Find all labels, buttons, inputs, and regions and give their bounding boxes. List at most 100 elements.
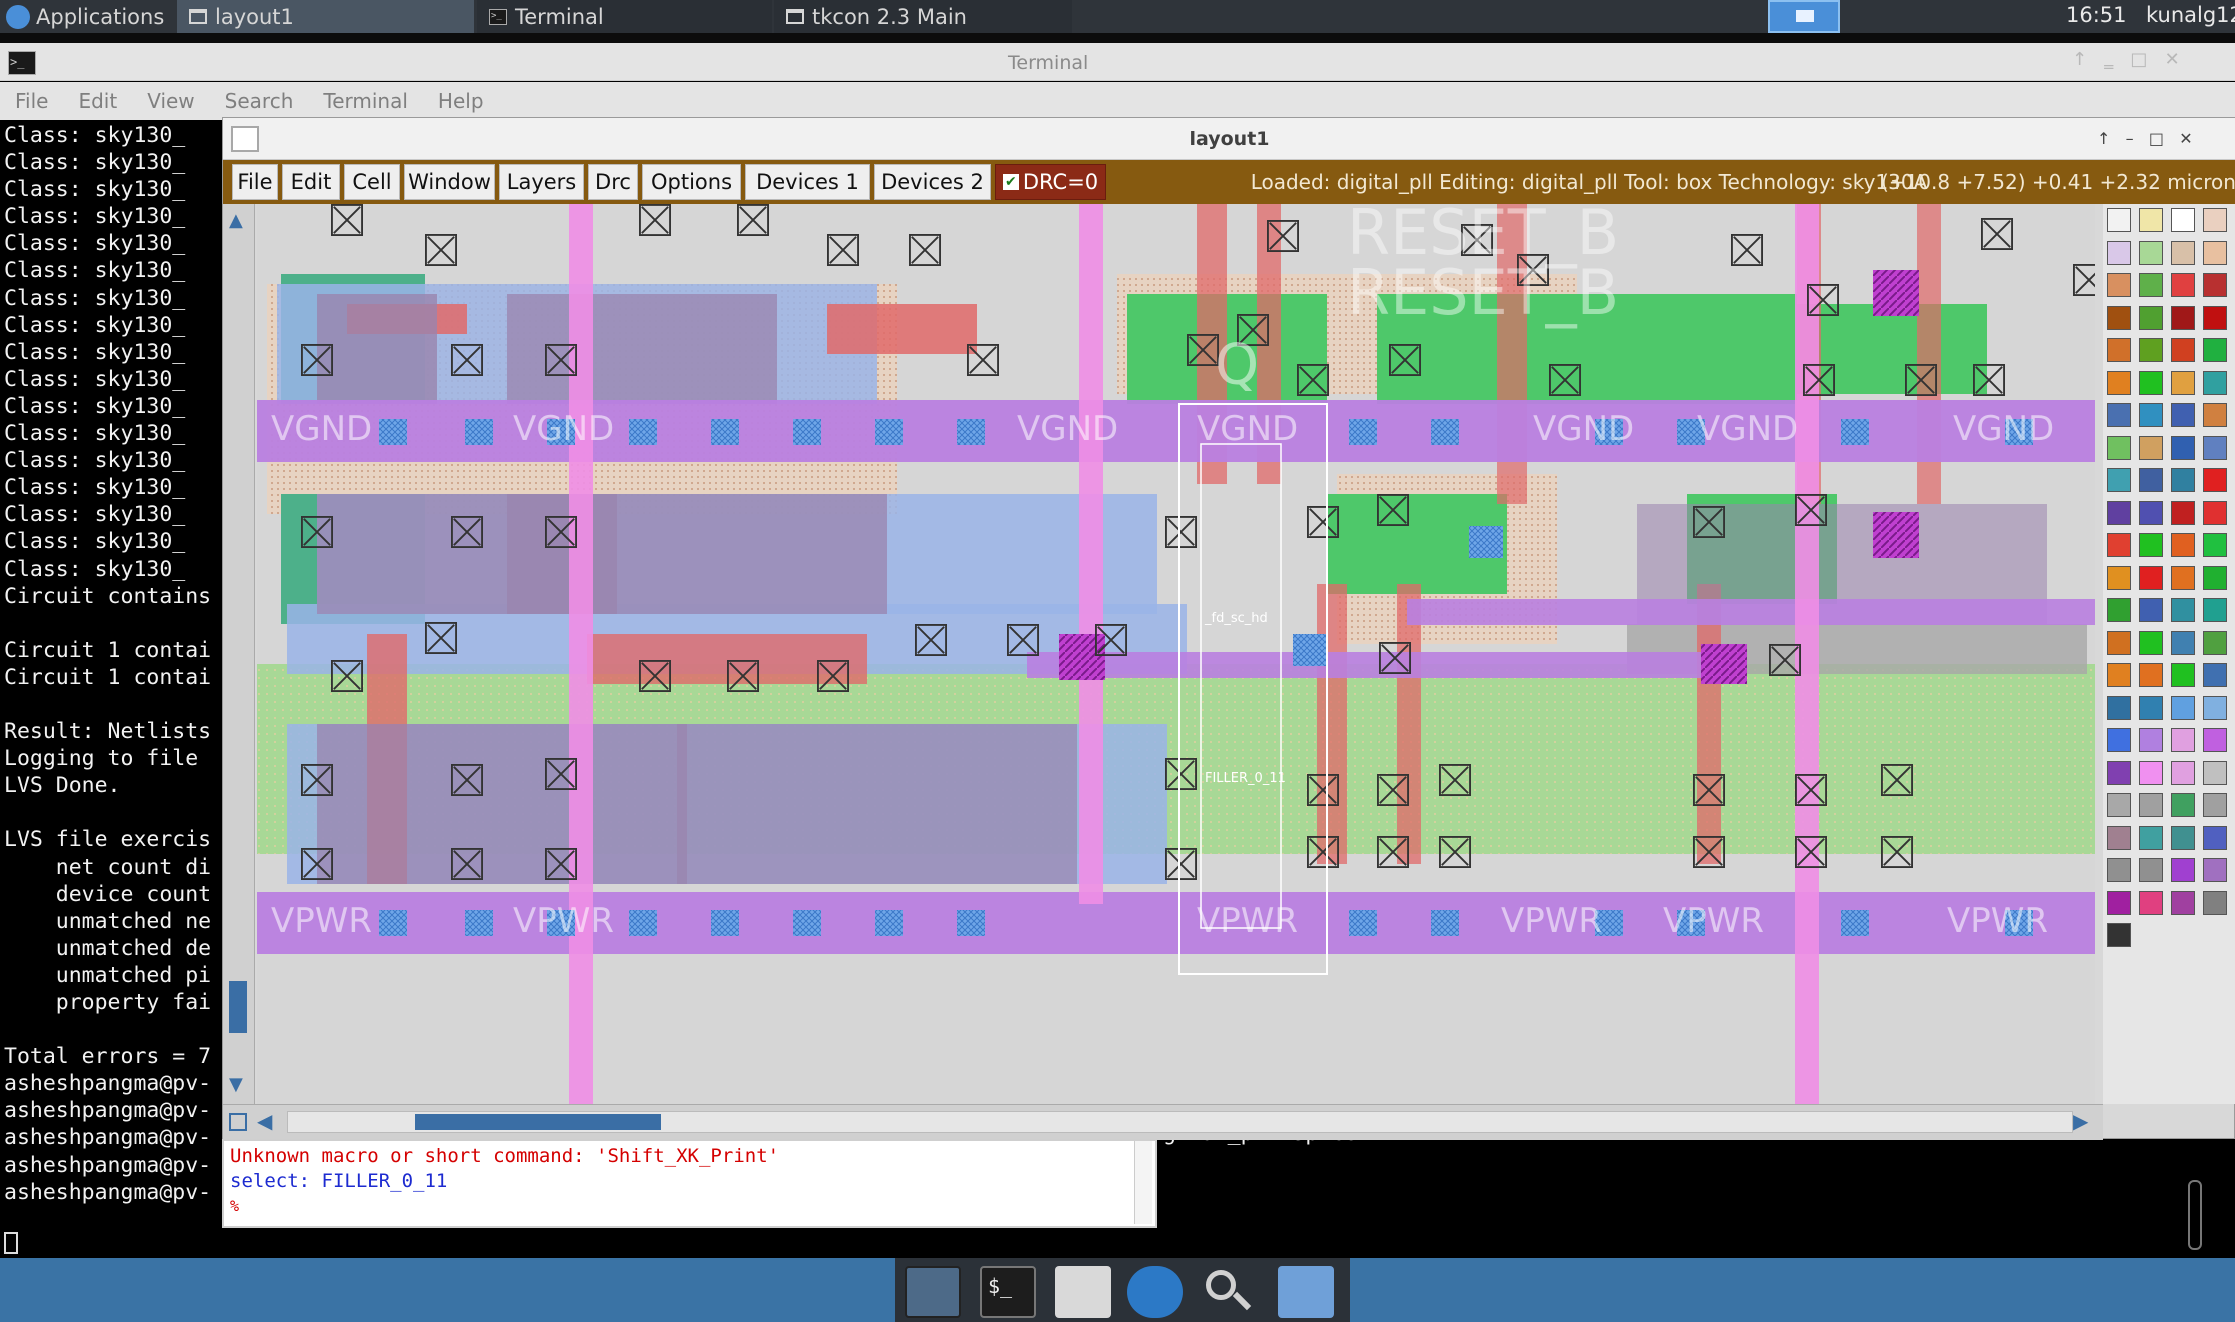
magic-menu-edit[interactable]: Edit [282,164,340,200]
menu-edit[interactable]: Edit [63,89,132,113]
layer-swatch[interactable] [2171,468,2195,492]
layer-swatch[interactable] [2171,533,2195,557]
layer-swatch[interactable] [2139,760,2163,785]
search-icon[interactable] [1200,1266,1256,1318]
layer-swatch[interactable] [2203,240,2227,265]
layer-swatch[interactable] [2107,825,2131,850]
layer-swatch[interactable] [2139,435,2163,460]
magic-window-controls[interactable]: ↑ – □ ✕ [2097,118,2193,160]
layer-swatch[interactable] [2139,305,2163,330]
vertical-scrollbar[interactable]: ▲ ▼ [223,204,255,1104]
layer-swatch[interactable] [2139,240,2163,265]
layer-swatch[interactable] [2107,663,2131,687]
layer-swatch[interactable] [2203,370,2227,395]
home-folder-icon[interactable] [1055,1266,1111,1318]
task-layout1[interactable]: layout1 [177,0,474,33]
web-browser-icon[interactable] [1127,1266,1183,1318]
applications-menu[interactable]: Applications [0,0,175,33]
layer-swatch[interactable] [2139,793,2163,817]
layer-swatch[interactable] [2107,793,2131,817]
layer-swatch[interactable] [2203,598,2227,622]
layer-swatch[interactable] [2203,630,2227,655]
layer-swatch[interactable] [2171,208,2195,232]
horizontal-scroll-thumb[interactable] [415,1114,661,1130]
scroll-down-icon[interactable]: ▼ [229,1074,243,1095]
layer-swatch[interactable] [2171,663,2195,687]
layer-swatch[interactable] [2203,728,2227,752]
menu-terminal[interactable]: Terminal [308,89,423,113]
magic-menu-file[interactable]: File [232,164,278,200]
layer-swatch[interactable] [2107,403,2131,427]
layer-swatch[interactable] [2107,630,2131,655]
layer-swatch[interactable] [2139,338,2163,362]
layer-swatch[interactable] [2203,793,2227,817]
layer-swatch[interactable] [2171,695,2195,720]
layer-swatch[interactable] [2203,403,2227,427]
layer-swatch[interactable] [2203,663,2227,687]
layer-swatch[interactable] [2203,760,2227,785]
layer-swatch[interactable] [2107,760,2131,785]
layer-swatch[interactable] [2139,533,2163,557]
layer-swatch[interactable] [2171,728,2195,752]
scroll-left-icon[interactable]: ◀ [257,1109,272,1133]
layout-canvas[interactable]: VGND VGND VGND VGND VGND VGND VGND VPWR VPWR… [257,204,2095,1104]
magic-menu-window[interactable]: Window [404,164,495,200]
layer-swatch[interactable] [2203,338,2227,362]
layer-swatch[interactable] [2171,273,2195,297]
layer-swatch[interactable] [2171,793,2195,817]
layer-swatch[interactable] [2139,208,2163,232]
layer-swatch[interactable] [2139,370,2163,395]
menu-search[interactable]: Search [210,89,309,113]
layer-swatch[interactable] [2203,305,2227,330]
layer-swatch[interactable] [2139,630,2163,655]
layer-swatch[interactable] [2171,890,2195,915]
layer-swatch[interactable] [2203,858,2227,882]
terminal-launcher-icon[interactable]: $_ [980,1266,1036,1318]
layer-swatch[interactable] [2107,468,2131,492]
magic-menu-devices1[interactable]: Devices 1 [745,164,870,200]
layer-swatch[interactable] [2139,273,2163,297]
window-menu-icon[interactable] [231,126,259,152]
layer-swatch[interactable] [2203,273,2227,297]
layer-swatch[interactable] [2107,305,2131,330]
workspace-switcher[interactable] [1768,0,1840,33]
magic-menu-options[interactable]: Options [642,164,741,200]
horizontal-scrollbar[interactable]: ◀ ▶ [223,1104,2103,1140]
terminal-scrollbar[interactable] [2188,1180,2202,1250]
tkcon-console[interactable]: Unknown macro or short command: 'Shift_X… [222,1139,1157,1228]
layer-swatch[interactable] [2139,598,2163,622]
layer-swatch[interactable] [2171,338,2195,362]
layer-swatch[interactable] [2171,825,2195,850]
layer-swatch[interactable] [2171,760,2195,785]
layer-swatch[interactable] [2203,533,2227,557]
vertical-scroll-thumb[interactable] [229,981,247,1033]
layer-swatch[interactable] [2139,890,2163,915]
zoom-box-icon[interactable] [229,1113,247,1131]
layer-swatch[interactable] [2107,273,2131,297]
task-terminal[interactable]: >_ Terminal [477,0,772,33]
layer-swatch[interactable] [2171,858,2195,882]
magic-menu-devices2[interactable]: Devices 2 [874,164,991,200]
layer-swatch[interactable] [2139,663,2163,687]
layer-swatch[interactable] [2107,533,2131,557]
layer-swatch[interactable] [2107,435,2131,460]
layer-swatch[interactable] [2139,858,2163,882]
layer-swatch[interactable] [2107,370,2131,395]
layer-swatch[interactable] [2139,565,2163,590]
layer-swatch[interactable] [2107,565,2131,590]
menu-help[interactable]: Help [423,89,499,113]
layer-swatch[interactable] [2139,500,2163,525]
layer-swatch[interactable] [2171,305,2195,330]
layer-swatch[interactable] [2171,240,2195,265]
scroll-up-icon[interactable]: ▲ [229,210,243,231]
layer-swatch[interactable] [2171,598,2195,622]
layer-swatch[interactable] [2171,403,2195,427]
layer-swatch[interactable] [2139,695,2163,720]
layer-swatch[interactable] [2203,695,2227,720]
layer-swatch[interactable] [2107,858,2131,882]
terminal-output[interactable]: Class: sky130_ Class: sky130_ Class: sky13… [4,122,224,1252]
show-desktop-icon[interactable] [905,1266,961,1318]
terminal-controls[interactable]: ↑ ‗ □ ✕ [2072,49,2180,70]
layer-swatch[interactable] [2107,500,2131,525]
layer-swatch[interactable] [2107,695,2131,720]
